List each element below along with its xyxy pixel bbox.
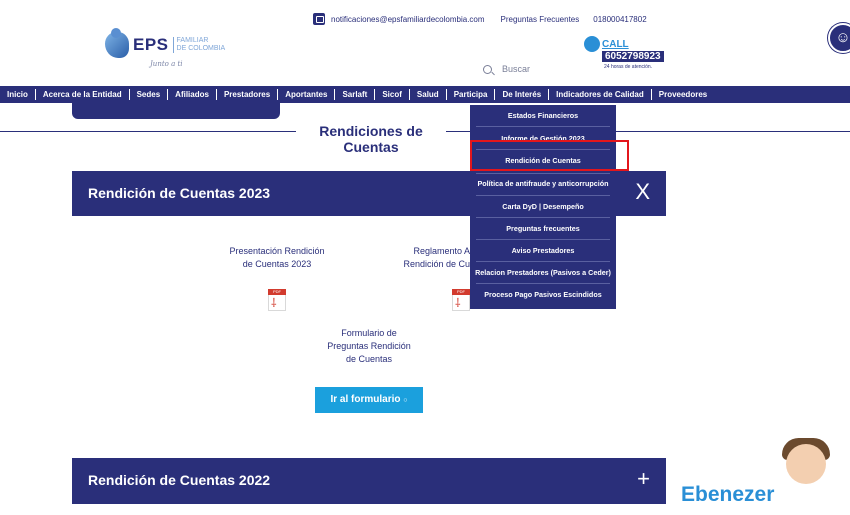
logo-mark-icon: [105, 28, 129, 58]
accordion-2022-header[interactable]: Rendición de Cuentas 2022 +: [72, 458, 666, 504]
pdf-icon[interactable]: PDF ⸸: [268, 289, 286, 311]
accordion-2022-title: Rendición de Cuentas 2022: [88, 472, 271, 488]
brand-text: Ebenezer: [681, 483, 775, 506]
doc-presentacion-line1: Presentación Rendición: [229, 246, 325, 256]
dropdown-item-proceso-pago[interactable]: Proceso Pago Pasivos Escindidos: [470, 290, 616, 300]
form-button[interactable]: Ir al formulario ○: [315, 387, 423, 413]
nav-item-proveedores[interactable]: Proveedores: [652, 89, 714, 100]
nav-item-participa[interactable]: Participa: [447, 89, 496, 100]
site-logo[interactable]: EPS FAMILIAR DE COLOMBIA: [105, 28, 226, 58]
pdf-label: PDF: [268, 289, 286, 295]
doc-reglamento-line2: Rendición de Cu: [403, 259, 470, 269]
main-nav: Inicio Acerca de la Entidad Sedes Afilia…: [0, 86, 850, 103]
call-center-hours: 24 horas de atención.: [604, 64, 653, 70]
nav-item-sedes[interactable]: Sedes: [130, 89, 169, 100]
mascot-image: [772, 438, 844, 494]
call-center-icon: [584, 36, 600, 52]
dropdown-item-aviso-prestadores[interactable]: Aviso Prestadores: [470, 246, 616, 256]
search-box[interactable]: Buscar: [483, 64, 530, 74]
nav-item-prestadores[interactable]: Prestadores: [217, 89, 279, 100]
doc-presentacion[interactable]: Presentación Rendición de Cuentas 2023: [210, 245, 344, 271]
form-description-line2: Preguntas Rendición: [327, 341, 411, 351]
nav-item-afiliados[interactable]: Afiliados: [168, 89, 217, 100]
doc-reglamento-line1: Reglamento A: [413, 246, 470, 256]
nav-item-indicadores[interactable]: Indicadores de Calidad: [549, 89, 652, 100]
dropdown-item-estados-financieros[interactable]: Estados Financieros: [470, 111, 616, 121]
form-description-line1: Formulario de: [341, 328, 397, 338]
call-center-number: 6052798923: [602, 51, 664, 62]
email-link[interactable]: notificaciones@epsfamiliardecolombia.com: [331, 15, 485, 24]
top-links: notificaciones@epsfamiliardecolombia.com…: [313, 13, 647, 25]
accordion-2023-title: Rendición de Cuentas 2023: [88, 185, 271, 201]
pdf-icon[interactable]: PDF ⸸: [452, 289, 470, 311]
phone-number: 018000417802: [593, 14, 647, 24]
logo-text: EPS: [133, 35, 169, 54]
header-band: [72, 103, 280, 119]
plus-icon[interactable]: +: [637, 466, 650, 492]
nav-item-sarlaft[interactable]: Sarlaft: [335, 89, 376, 100]
call-center[interactable]: CALL CENTER 6052798923 24 horas de atenc…: [584, 36, 666, 72]
logo-subtext: FAMILIAR DE COLOMBIA: [172, 37, 226, 53]
dropdown-item-carta-dyd[interactable]: Carta DyD | Desempeño: [470, 202, 616, 212]
logo-subtext-2: DE COLOMBIA: [176, 45, 226, 52]
dropdown-item-relacion-prestadores[interactable]: Relacion Prestadores (Pasivos a Ceder): [470, 268, 616, 278]
logo-tagline: Junto a ti: [150, 60, 183, 68]
close-icon[interactable]: X: [635, 179, 650, 205]
mail-icon: [313, 13, 325, 25]
search-input[interactable]: Buscar: [502, 64, 530, 74]
nav-item-de-interes[interactable]: De Interés: [495, 89, 550, 100]
doc-reglamento[interactable]: Reglamento A Rendición de Cu: [402, 245, 470, 271]
page-title: Rendiciones de Cuentas: [319, 123, 423, 155]
nav-item-salud[interactable]: Salud: [410, 89, 447, 100]
dropdown-item-politica-antifraude[interactable]: Política de antifraude y anticorrupción: [470, 179, 616, 189]
form-description: Formulario de Preguntas Rendición de Cue…: [306, 327, 432, 366]
form-description-line3: de Cuentas: [345, 354, 393, 364]
dropdown-item-preguntas-frecuentes[interactable]: Preguntas frecuentes: [470, 224, 616, 234]
accessibility-icon[interactable]: ☺: [828, 23, 850, 53]
nav-item-sicof[interactable]: Sicof: [375, 89, 410, 100]
title-divider-left: [0, 131, 296, 132]
nav-item-inicio[interactable]: Inicio: [0, 89, 36, 100]
faq-link[interactable]: Preguntas Frecuentes: [501, 15, 580, 24]
logo-subtext-1: FAMILIAR: [176, 37, 209, 44]
highlight-box: [470, 140, 629, 171]
participa-dropdown: Estados Financieros Informe de Gestión 2…: [470, 105, 616, 309]
doc-presentacion-line2: de Cuentas 2023: [242, 259, 312, 269]
form-button-label: Ir al formulario: [330, 394, 401, 405]
nav-item-acerca[interactable]: Acerca de la Entidad: [36, 89, 130, 100]
search-icon[interactable]: [483, 64, 492, 74]
nav-item-aportantes[interactable]: Aportantes: [278, 89, 336, 100]
pdf-label: PDF: [452, 289, 470, 295]
arrow-icon: ○: [403, 397, 408, 404]
